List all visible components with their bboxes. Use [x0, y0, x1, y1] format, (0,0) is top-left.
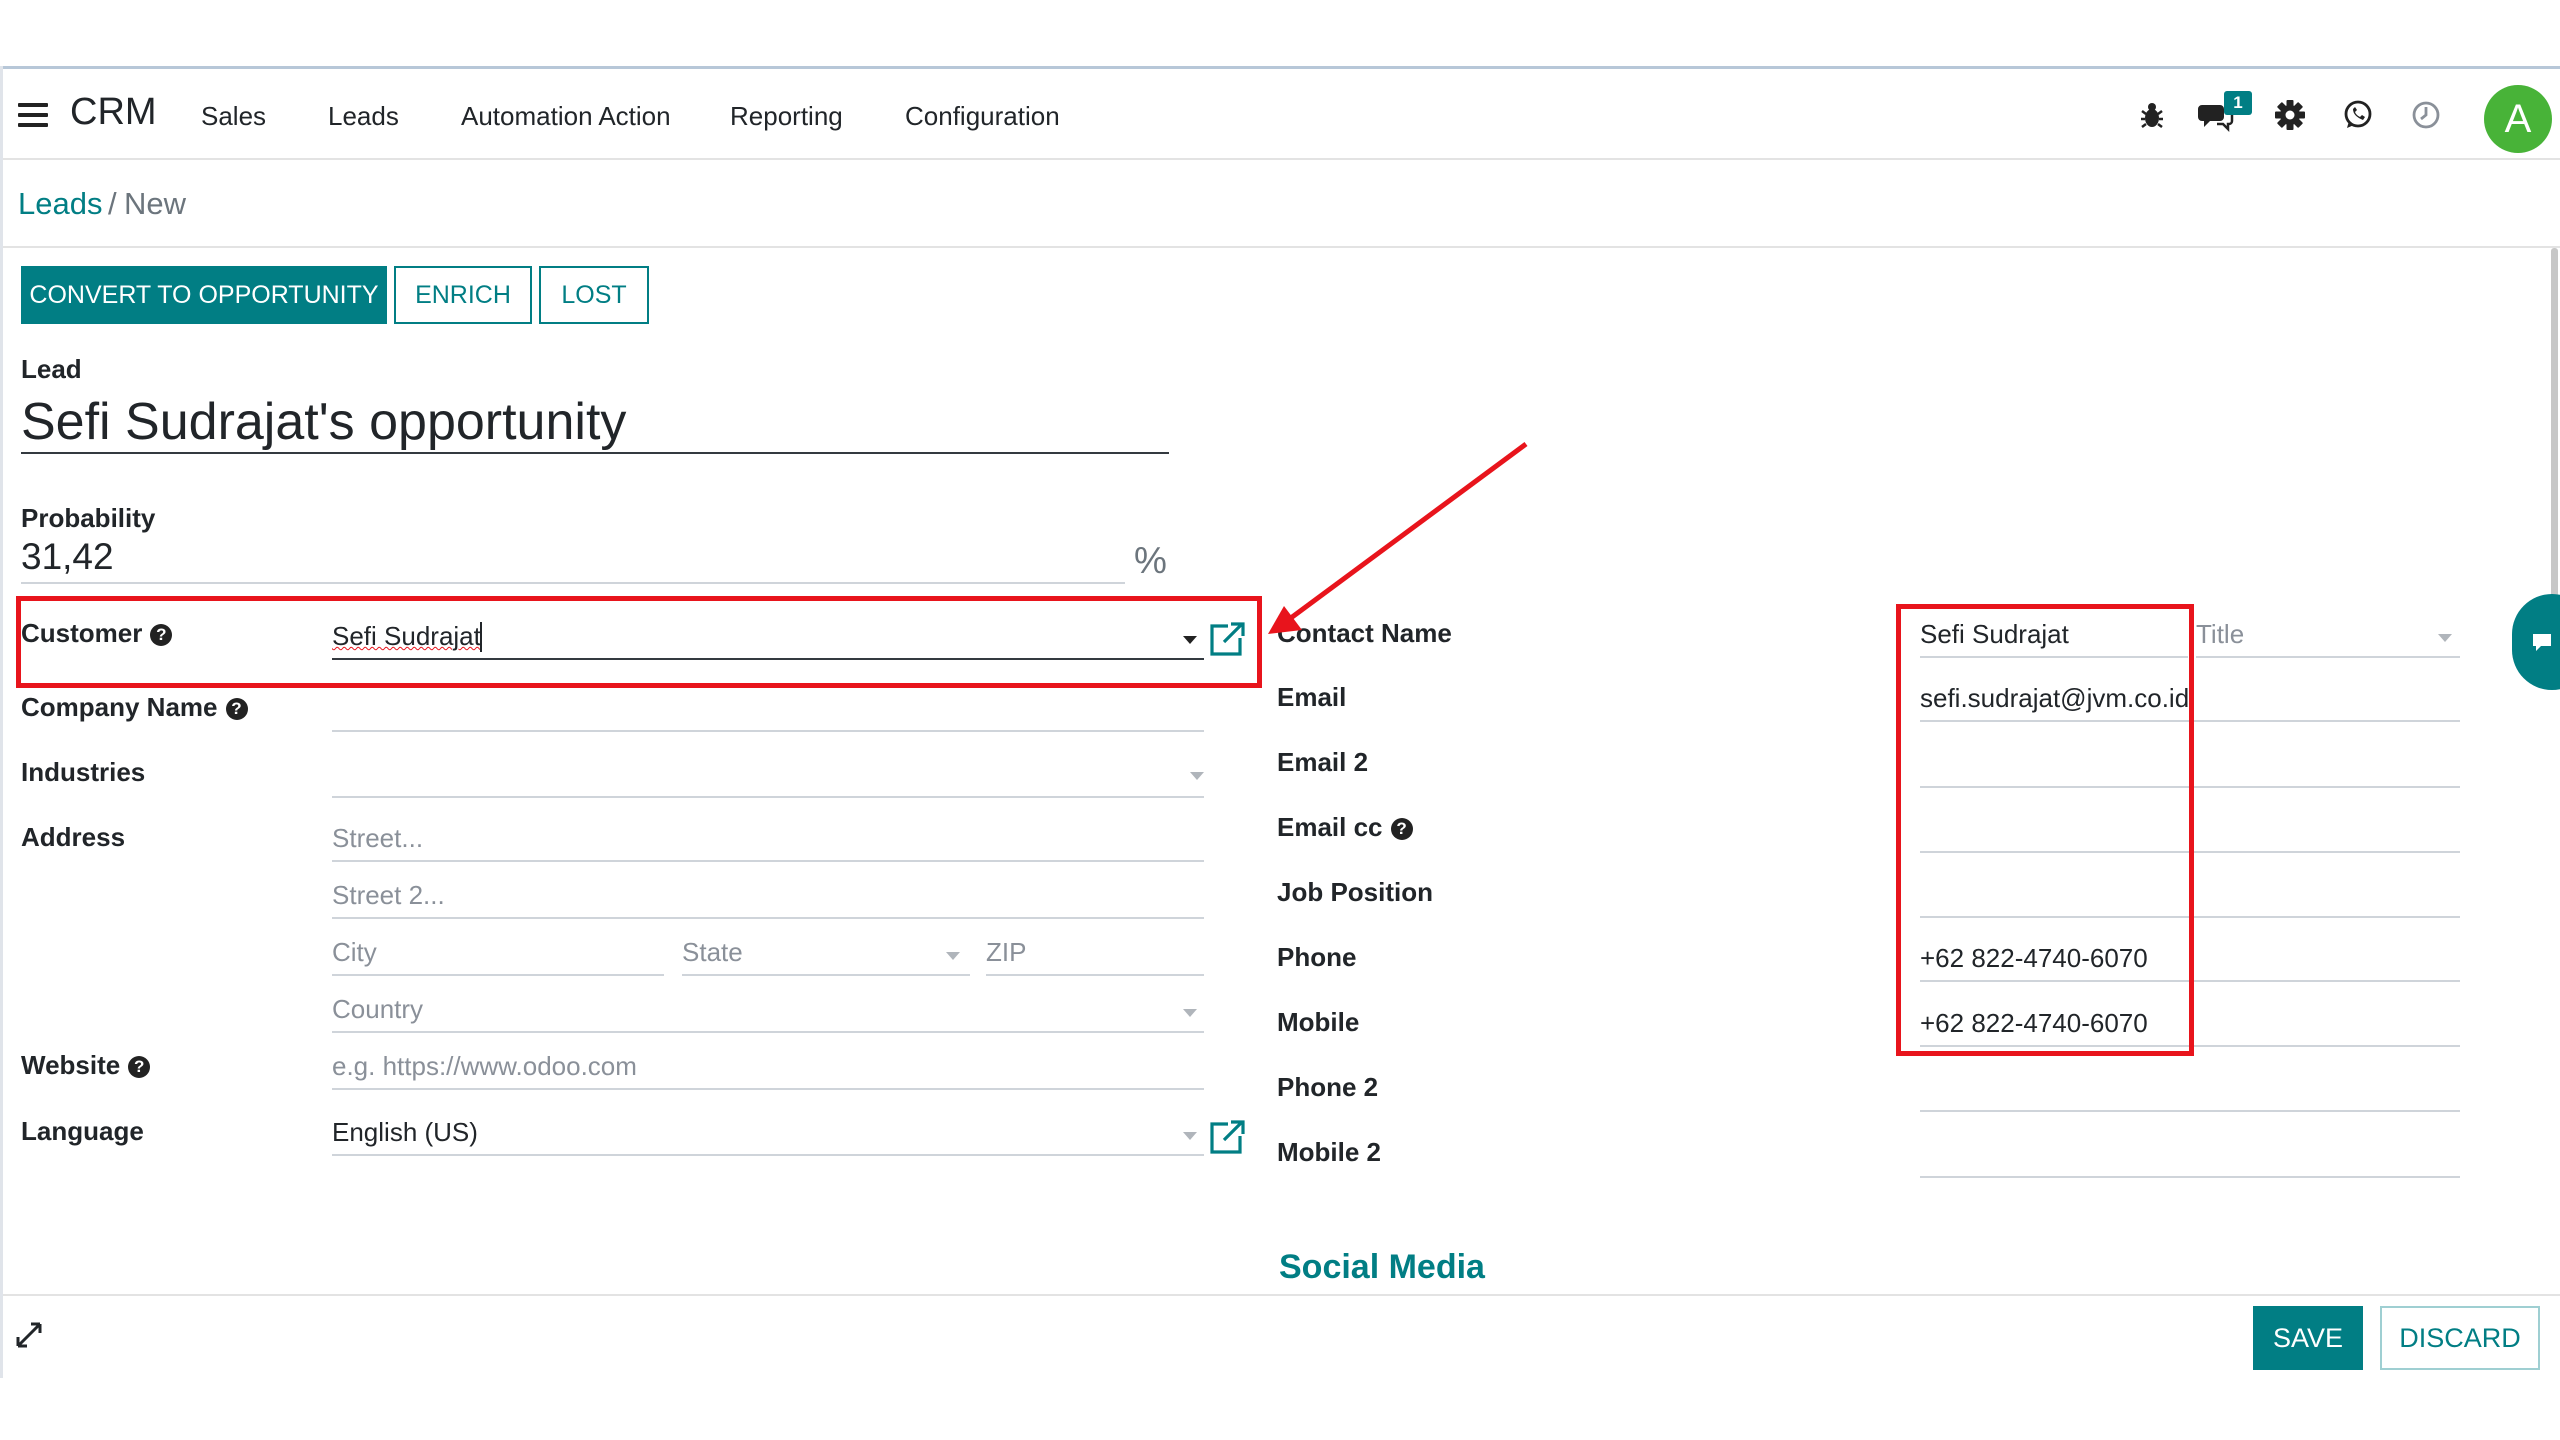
probability-percent-sign: % [1134, 540, 1167, 581]
probability-input[interactable]: 31,42 [21, 536, 1125, 584]
nav-item-automation-action[interactable]: Automation Action [461, 101, 671, 132]
website-label: Website? [21, 1050, 151, 1081]
help-icon: ? [1390, 818, 1413, 840]
whatsapp-icon[interactable] [2338, 95, 2378, 135]
mobile2-input[interactable] [1920, 1136, 2460, 1178]
email-input[interactable]: sefi.sudrajat@jvm.co.id [1920, 680, 2460, 722]
breadcrumb-separator: / [108, 186, 117, 221]
discard-button[interactable]: DISCARD [2380, 1306, 2540, 1370]
job-position-label: Job Position [1277, 877, 1433, 907]
lead-type-label: Lead [21, 354, 82, 384]
customer-dropdown-chevron-icon[interactable] [1183, 636, 1197, 644]
breadcrumb-leads-link[interactable]: Leads [18, 186, 102, 222]
probability-label: Probability [21, 503, 156, 533]
lead-name-value: Sefi Sudrajat's opportunity [21, 393, 627, 451]
email-cc-label: Email cc? [1277, 812, 1413, 843]
scrollbar-thumb[interactable] [2551, 248, 2558, 598]
contact-name-input[interactable]: Sefi Sudrajat [1920, 616, 2188, 658]
company-name-input[interactable] [332, 690, 1204, 732]
help-icon: ? [150, 624, 173, 646]
zip-input[interactable]: ZIP [986, 934, 1204, 976]
street2-input[interactable]: Street 2... [332, 877, 1204, 919]
form-footer: SAVE DISCARD [0, 1294, 2560, 1378]
email2-input[interactable] [1920, 746, 2460, 788]
country-dropdown-chevron-icon[interactable] [1183, 1009, 1197, 1017]
phone2-input[interactable] [1920, 1070, 2460, 1112]
industries-dropdown-chevron-icon[interactable] [1190, 772, 1204, 780]
breadcrumb: Leads / New [0, 160, 2560, 248]
breadcrumb-current: New [124, 186, 187, 221]
menu-icon[interactable] [18, 103, 48, 129]
country-select[interactable]: Country [332, 991, 1204, 1033]
phone2-label: Phone 2 [1277, 1072, 1379, 1102]
industries-select[interactable] [332, 756, 1204, 798]
external-link-icon[interactable] [1208, 1118, 1248, 1156]
language-label: Language [21, 1116, 144, 1146]
customer-input[interactable]: Sefi Sudrajat [332, 616, 1204, 660]
text-cursor [480, 622, 482, 652]
annotation-arrow-icon [1268, 441, 1528, 634]
company-name-label: Company Name? [21, 692, 248, 723]
expand-icon[interactable] [14, 1320, 44, 1350]
convert-to-opportunity-button[interactable]: CONVERT TO OPPORTUNITY [21, 266, 387, 324]
state-dropdown-chevron-icon[interactable] [946, 952, 960, 960]
mobile-label: Mobile [1277, 1007, 1360, 1037]
email-cc-input[interactable] [1920, 811, 2460, 853]
industries-label: Industries [21, 757, 146, 787]
gear-icon[interactable] [2270, 95, 2310, 135]
nav-item-reporting[interactable]: Reporting [730, 101, 843, 132]
title-select[interactable]: Title [2196, 616, 2460, 658]
language-dropdown-chevron-icon[interactable] [1183, 1132, 1197, 1140]
left-edge-border [0, 66, 3, 1378]
save-button[interactable]: SAVE [2253, 1306, 2363, 1370]
address-label: Address [21, 822, 126, 852]
city-input[interactable]: City [332, 934, 664, 976]
nav-item-leads[interactable]: Leads [328, 101, 399, 132]
phone-input[interactable]: +62 822-4740-6070 [1920, 940, 2460, 982]
enrich-button[interactable]: ENRICH [394, 266, 532, 324]
chat-bubble-icon [2533, 634, 2551, 651]
mobile-input[interactable]: +62 822-4740-6070 [1920, 1005, 2460, 1047]
nav-item-configuration[interactable]: Configuration [905, 101, 1060, 132]
website-input[interactable]: e.g. https://www.odoo.com [332, 1048, 1204, 1090]
help-icon: ? [128, 1056, 151, 1078]
language-select[interactable]: English (US) [332, 1114, 1204, 1156]
help-icon: ? [225, 698, 248, 720]
app-title[interactable]: CRM [70, 91, 157, 134]
mobile2-label: Mobile 2 [1277, 1137, 1382, 1167]
avatar[interactable]: A [2484, 85, 2552, 153]
state-select[interactable]: State [682, 934, 970, 976]
chat-launcher-button[interactable] [2512, 594, 2560, 690]
street-input[interactable]: Street... [332, 820, 1204, 862]
job-position-input[interactable] [1920, 876, 2460, 918]
messages-badge: 1 [2224, 91, 2252, 115]
clock-icon[interactable] [2406, 95, 2446, 135]
customer-label: Customer? [21, 618, 173, 649]
nav-item-sales[interactable]: Sales [201, 101, 266, 132]
lost-button[interactable]: LOST [539, 266, 649, 324]
email2-label: Email 2 [1277, 747, 1369, 777]
phone-label: Phone [1277, 942, 1357, 972]
title-dropdown-chevron-icon[interactable] [2438, 634, 2452, 642]
email-label: Email [1277, 682, 1347, 712]
lead-name-input[interactable]: Sefi Sudrajat's opportunity [21, 388, 1169, 454]
social-media-section-title: Social Media [1279, 1248, 1485, 1286]
bug-icon[interactable] [2132, 95, 2172, 135]
top-navbar: CRM Sales Leads Automation Action Report… [0, 66, 2560, 160]
